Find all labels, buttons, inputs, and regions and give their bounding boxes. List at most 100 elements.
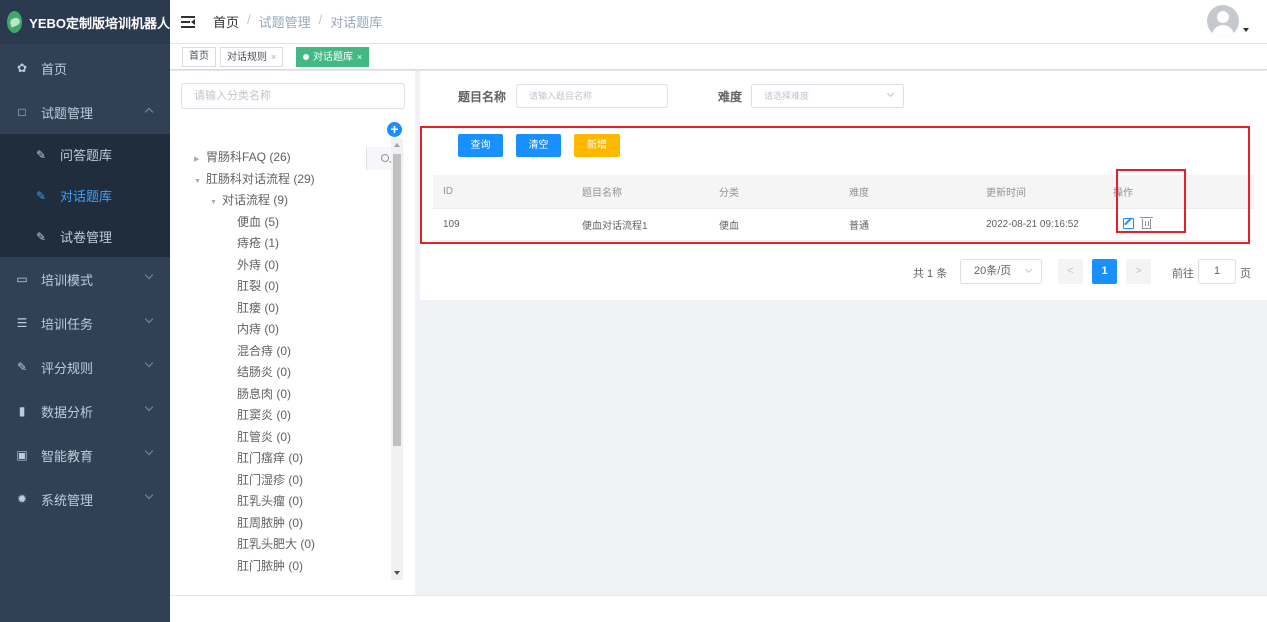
filter-row: 题目名称 请输入题目名称 难度 请选择难度: [420, 84, 1267, 108]
caret-right-icon[interactable]: ▶: [194, 149, 206, 171]
page-size-select[interactable]: 20条/页: [960, 259, 1042, 284]
sidebar-item-data-analysis[interactable]: ▮ 数据分析: [0, 389, 170, 433]
tree-node-label: 肛窦炎 (0): [237, 408, 292, 422]
sidebar-item-label: 数据分析: [41, 404, 94, 420]
sidebar-item-dialog-bank[interactable]: ✎ 对话题库: [0, 175, 170, 216]
edit-icon[interactable]: [1123, 217, 1134, 229]
scroll-up-icon[interactable]: [394, 143, 400, 147]
tree-node-label: 外痔 (0): [237, 257, 280, 272]
add-button[interactable]: 新增: [574, 134, 620, 157]
sidebar-item-scoring-rules[interactable]: ✎ 评分规则: [0, 345, 170, 389]
caret-down-icon[interactable]: [1243, 28, 1249, 32]
tree-node[interactable]: 肛门脓肿 (0): [170, 556, 392, 578]
breadcrumb-item-dialog-bank: 对话题库: [330, 15, 383, 30]
bar-chart-icon: ▮: [18, 404, 26, 418]
cell-id: 109: [433, 208, 572, 241]
table-row: 109 便血对话流程1 便血 普通 2022-08-21 09:16:52: [433, 208, 1254, 241]
tree-node[interactable]: 痔疮 (1): [170, 233, 392, 255]
breadcrumb-item-home[interactable]: 首页: [213, 12, 239, 31]
table-header-row: ID 题目名称 分类 难度 更新时间 操作: [433, 175, 1254, 209]
query-button[interactable]: 查询: [458, 134, 503, 157]
edit-icon: ✎: [35, 229, 47, 244]
page-suffix: 页: [1240, 268, 1251, 280]
next-page-button[interactable]: >: [1126, 259, 1151, 284]
submenu-question-management: ✎ 问答题库 ✎ 对话题库 ✎ 试卷管理: [0, 134, 170, 257]
tag-home[interactable]: 首页: [182, 47, 216, 67]
caret-down-icon[interactable]: ▼: [194, 171, 206, 193]
tree-node[interactable]: 肛乳头瘤 (0): [170, 491, 392, 513]
caret-down-icon[interactable]: ▼: [210, 192, 222, 214]
prev-page-button[interactable]: <: [1058, 259, 1083, 284]
tree-node[interactable]: 肛窦炎 (0): [170, 405, 392, 427]
scroll-down-icon[interactable]: [394, 571, 400, 575]
tree-node[interactable]: 内痔 (0): [170, 319, 392, 341]
tree-node[interactable]: 混合痔 (0): [170, 341, 392, 363]
tree-node[interactable]: ▶ 胃肠科FAQ (26): [170, 147, 392, 169]
tree-node[interactable]: 结肠炎 (0): [170, 362, 392, 384]
sidebar-item-home[interactable]: ✿ 首页: [0, 46, 170, 90]
tree-scrollbar[interactable]: [391, 138, 403, 580]
scroll-thumb[interactable]: [393, 154, 401, 446]
tree-node-label: 肛门湿疹 (0): [237, 472, 304, 487]
tree-node[interactable]: 肛门湿疹 (0): [170, 470, 392, 492]
sidebar-item-question-management[interactable]: □ 试题管理: [0, 90, 170, 134]
tree-node[interactable]: 肛周脓肿 (0): [170, 513, 392, 535]
tree-node[interactable]: 肛裂 (0): [170, 276, 392, 298]
tree-node[interactable]: 肛门瘙痒 (0): [170, 448, 392, 470]
breadcrumb-item-question-management: 试题管理: [258, 15, 311, 30]
app-logo[interactable]: YEBO定制版培训机器人: [0, 0, 170, 44]
tree-node-label: 肛管炎 (0): [237, 429, 292, 444]
sidebar-item-label: 系统管理: [41, 492, 94, 508]
add-category-button[interactable]: +: [387, 122, 402, 137]
tree-node[interactable]: 外痔 (0): [170, 255, 392, 277]
tree-node[interactable]: 肠息肉 (0): [170, 384, 392, 406]
column-header-category: 分类: [709, 175, 839, 209]
logo-icon: [7, 11, 23, 33]
tree-node[interactable]: ▼ 肛肠科对话流程 (29): [170, 169, 392, 191]
screen-icon: ▣: [16, 448, 28, 462]
page-size-value: 20条/页: [974, 265, 1012, 277]
tag-dialog-bank[interactable]: 对话题库 ×: [296, 47, 370, 67]
sidebar-item-training-tasks[interactable]: ☰ 培训任务: [0, 301, 170, 345]
page-number-button[interactable]: 1: [1092, 259, 1117, 284]
tree-node-label: 痔疮 (1): [237, 236, 280, 250]
tree-node-label: 肛乳头瘤 (0): [237, 494, 304, 508]
app-title: YEBO定制版培训机器人: [29, 15, 170, 31]
hamburger-icon[interactable]: [181, 15, 195, 28]
difficulty-select[interactable]: 请选择难度: [751, 84, 904, 108]
tree-node-label: 对话流程 (9): [222, 193, 289, 207]
sidebar-item-qa-bank[interactable]: ✎ 问答题库: [0, 134, 170, 175]
tree-node[interactable]: 肛管炎 (0): [170, 427, 392, 449]
goto-page-input[interactable]: 1: [1198, 259, 1236, 284]
breadcrumb-separator: /: [247, 12, 251, 27]
book-icon: □: [18, 105, 26, 119]
close-icon[interactable]: ×: [357, 52, 362, 62]
tree-node-label: 肛门瘙痒 (0): [237, 451, 304, 465]
tree-node[interactable]: 肛瘘 (0): [170, 298, 392, 320]
clear-button[interactable]: 清空: [516, 134, 561, 157]
tree-node[interactable]: 便血 (5): [170, 212, 392, 234]
close-icon[interactable]: ×: [271, 52, 276, 62]
tree-node-label: 肛裂 (0): [237, 279, 280, 293]
tree-node-label: 结肠炎 (0): [237, 365, 292, 379]
sidebar-item-label: 培训模式: [41, 272, 94, 288]
tree-node[interactable]: ▼ 对话流程 (9): [170, 190, 392, 212]
sidebar-item-training-mode[interactable]: ▭ 培训模式: [0, 257, 170, 301]
tree-node-label: 肛乳头肥大 (0): [237, 537, 316, 551]
avatar[interactable]: [1207, 5, 1239, 37]
chevron-down-icon: [144, 358, 154, 368]
tree-node[interactable]: 肛乳头肥大 (0): [170, 534, 392, 556]
edit-icon: ✎: [35, 188, 47, 203]
cell-actions: [1103, 208, 1254, 241]
chevron-down-icon: [144, 446, 154, 456]
sidebar-item-smart-education[interactable]: ▣ 智能教育: [0, 433, 170, 477]
column-header-title: 题目名称: [572, 175, 709, 209]
title-filter-input[interactable]: 请输入题目名称: [516, 84, 668, 108]
category-search-input[interactable]: 请输入分类名称: [182, 84, 366, 108]
column-header-id: ID: [433, 175, 572, 209]
sidebar-item-paper-management[interactable]: ✎ 试卷管理: [0, 216, 170, 257]
cell-title: 便血对话流程1: [572, 208, 709, 241]
sidebar-item-system-management[interactable]: ✹ 系统管理: [0, 477, 170, 521]
delete-icon[interactable]: [1140, 216, 1153, 229]
tag-dialog-rules[interactable]: 对话规则 ×: [220, 47, 284, 67]
